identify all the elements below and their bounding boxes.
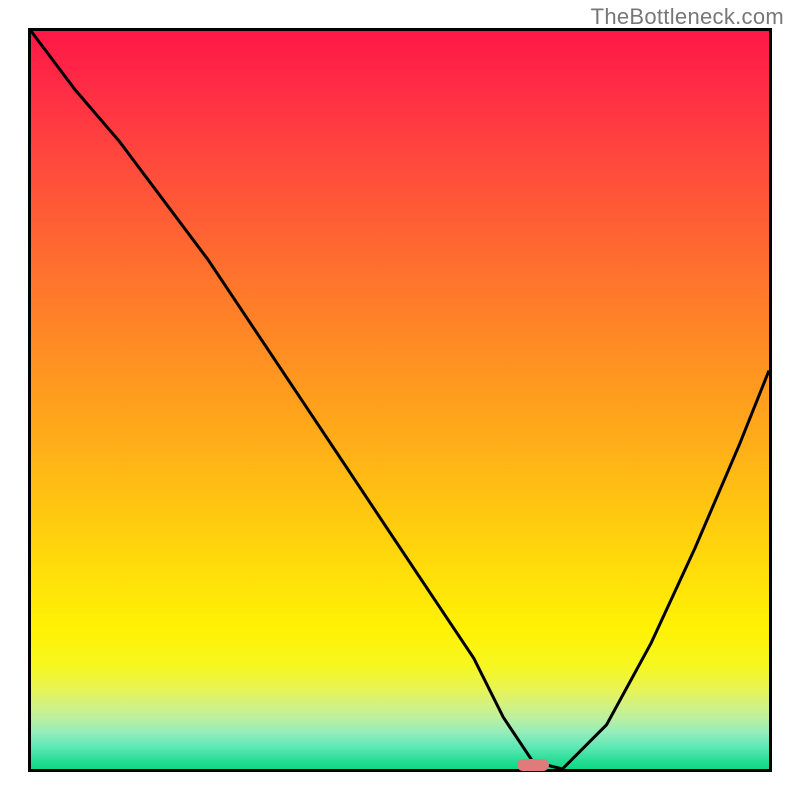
chart-container: TheBottleneck.com — [0, 0, 800, 800]
optimal-marker-pill — [517, 759, 549, 771]
bottleneck-curve — [31, 31, 769, 769]
plot-area — [28, 28, 772, 772]
watermark-text: TheBottleneck.com — [591, 4, 784, 30]
